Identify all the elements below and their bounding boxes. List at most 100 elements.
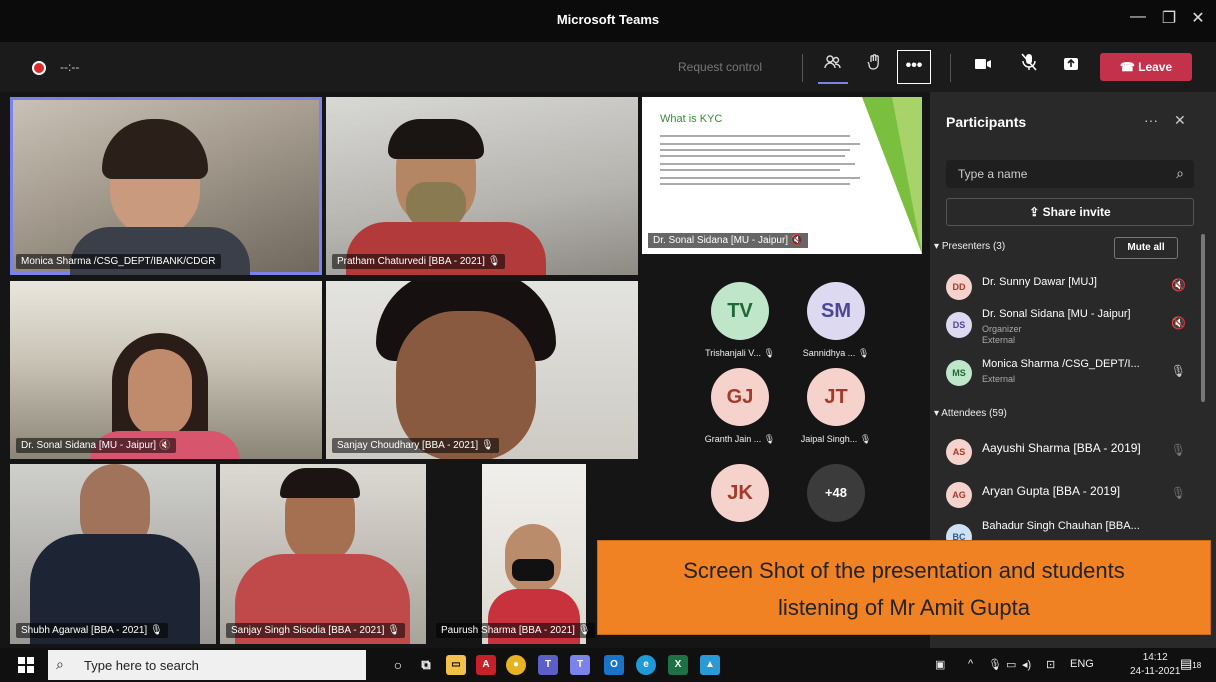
outlook-icon[interactable]: O bbox=[604, 655, 624, 675]
caption-line: Screen Shot of the presentation and stud… bbox=[683, 558, 1125, 583]
video-tile[interactable]: Dr. Sonal Sidana [MU - Jaipur] 🔇 bbox=[10, 281, 322, 459]
recording-icon bbox=[32, 61, 46, 75]
mic-icon: 🎙 bbox=[149, 625, 163, 636]
mic-icon: 🎙 bbox=[763, 348, 775, 358]
close-button[interactable]: ✕ bbox=[1184, 8, 1212, 28]
participant-name: Monica Sharma /CSG_DEPT/IBANK/CDGR bbox=[16, 254, 221, 269]
search-placeholder: Type here to search bbox=[84, 658, 199, 673]
avatar: AG bbox=[946, 482, 972, 508]
presenters-section-header[interactable]: ▾ Presenters (3) bbox=[934, 241, 1005, 252]
overflow-participants[interactable]: +48 bbox=[798, 464, 874, 522]
mic-off-icon[interactable] bbox=[1014, 50, 1044, 84]
language-indicator[interactable]: ENG bbox=[1070, 658, 1094, 670]
tablet-mode-icon[interactable]: ▣ bbox=[935, 658, 945, 671]
video-tile[interactable]: Sanjay Choudhary [BBA - 2021] 🎙 bbox=[326, 281, 638, 459]
photos-icon[interactable]: ▲ bbox=[700, 655, 720, 675]
panel-close-button[interactable]: ✕ bbox=[1174, 112, 1186, 129]
search-placeholder: Type a name bbox=[958, 167, 1028, 181]
minimize-button[interactable]: — bbox=[1124, 8, 1152, 26]
mic-off-icon: 🔇 bbox=[790, 235, 804, 246]
network-icon[interactable]: ⊡ bbox=[1046, 658, 1055, 671]
excel-icon[interactable]: X bbox=[668, 655, 688, 675]
participant-row[interactable]: MS Monica Sharma /CSG_DEPT/I... External… bbox=[946, 354, 1196, 392]
cortana-icon[interactable]: ○ bbox=[388, 655, 408, 675]
mic-icon: 🎙 bbox=[857, 348, 870, 358]
system-clock[interactable]: 14:12 24-11-2021 bbox=[1130, 651, 1180, 679]
attendees-section-header[interactable]: ▾ Attendees (59) bbox=[934, 408, 1007, 419]
mic-icon[interactable]: 🎙 bbox=[988, 658, 1002, 671]
share-invite-button[interactable]: ⇪ Share invite bbox=[946, 198, 1194, 226]
participant-name: Sannidhya ... bbox=[802, 348, 856, 358]
windows-start-icon[interactable] bbox=[18, 657, 34, 676]
video-tile[interactable]: Pratham Chaturvedi [BBA - 2021] 🎙 bbox=[326, 97, 638, 275]
participant-name: Sanjay Choudhary [BBA - 2021] 🎙 bbox=[332, 438, 499, 453]
overflow-count: +48 bbox=[807, 464, 865, 522]
avatar-tile[interactable]: SM Sannidhya ... 🎙 bbox=[798, 282, 874, 359]
participant-search-input[interactable]: Type a name ⌕ bbox=[946, 160, 1194, 188]
toolbar-divider bbox=[802, 54, 803, 82]
video-tile[interactable]: Sanjay Singh Sisodia [BBA - 2021] 🎙 bbox=[220, 464, 426, 644]
participant-role: Organizer bbox=[982, 324, 1022, 334]
participant-name: Monica Sharma /CSG_DEPT/I... bbox=[982, 358, 1140, 370]
mic-icon: 🎙 bbox=[480, 440, 494, 451]
participant-name: Shubh Agarwal [BBA - 2021] 🎙 bbox=[16, 623, 168, 638]
notification-center-icon[interactable]: ▤18 bbox=[1180, 656, 1201, 672]
participant-name: Aayushi Sharma [BBA - 2019] bbox=[982, 441, 1141, 455]
panel-more-button[interactable]: ··· bbox=[1144, 112, 1158, 128]
mic-off-icon: 🔇 bbox=[1171, 316, 1186, 330]
participant-row[interactable]: AS Aayushi Sharma [BBA - 2019] 🎙 bbox=[946, 433, 1196, 471]
participant-row[interactable]: AG Aryan Gupta [BBA - 2019] 🎙 bbox=[946, 476, 1196, 514]
avatar-tile[interactable]: JT Jaipal Singh... 🎙 bbox=[798, 368, 874, 445]
mic-icon: 🎙 bbox=[763, 434, 776, 444]
volume-icon[interactable]: ◂) bbox=[1022, 658, 1031, 671]
people-icon[interactable] bbox=[818, 50, 848, 84]
leave-button[interactable]: ☎ Leave bbox=[1100, 53, 1192, 81]
taskbar-search-input[interactable]: ⌕ Type here to search bbox=[48, 650, 366, 680]
taskbar: ⌕ Type here to search ○ ⧉ ▭ A ● T T O e … bbox=[0, 648, 1216, 682]
participant-name: Trishanjali V... bbox=[705, 348, 761, 358]
chevron-down-icon: ▾ bbox=[934, 241, 942, 252]
meeting-toolbar: --:-- Request control ••• ☎ Leave bbox=[0, 42, 1216, 92]
teams-active-icon[interactable]: T bbox=[570, 655, 590, 675]
file-explorer-icon[interactable]: ▭ bbox=[446, 655, 466, 675]
participant-row[interactable]: DD Dr. Sunny Dawar [MUJ] 🔇 bbox=[946, 268, 1196, 306]
participant-name: Aryan Gupta [BBA - 2019] bbox=[982, 484, 1121, 498]
teams-icon[interactable]: T bbox=[538, 655, 558, 675]
mic-icon: 🎙 bbox=[1170, 443, 1186, 457]
avatar: DS bbox=[946, 312, 972, 338]
chevron-up-icon[interactable]: ^ bbox=[968, 658, 973, 670]
share-tray-icon[interactable] bbox=[1056, 50, 1086, 84]
edge-icon[interactable]: e bbox=[636, 655, 656, 675]
avatar: JK bbox=[711, 464, 769, 522]
video-tile[interactable]: Monica Sharma /CSG_DEPT/IBANK/CDGR bbox=[10, 97, 322, 275]
meeting-timer: --:-- bbox=[60, 60, 80, 74]
request-control-button[interactable]: Request control bbox=[678, 60, 762, 74]
participant-name: Dr. Sunny Dawar [MUJ] bbox=[982, 276, 1097, 288]
video-tile[interactable]: Paurush Sharma [BBA - 2021] 🎙 bbox=[430, 464, 598, 644]
avatar: JT bbox=[807, 368, 865, 426]
participant-row[interactable]: DS Dr. Sonal Sidana [MU - Jaipur] Organi… bbox=[946, 306, 1196, 345]
maximize-button[interactable]: ❐ bbox=[1155, 8, 1183, 28]
task-view-icon[interactable]: ⧉ bbox=[416, 655, 436, 675]
mic-icon: 🎙 bbox=[577, 625, 591, 636]
avatar-tile[interactable]: GJ Granth Jain ... 🎙 bbox=[702, 368, 778, 445]
mic-off-icon: 🔇 bbox=[1171, 278, 1186, 292]
chrome-icon[interactable]: ● bbox=[506, 655, 526, 675]
notification-count: 18 bbox=[1192, 661, 1202, 670]
panel-scrollbar[interactable] bbox=[1201, 234, 1205, 402]
shared-presentation[interactable]: What is KYC Dr. Sonal Sidana [MU - Jaipu… bbox=[642, 97, 922, 254]
participant-name: Paurush Sharma [BBA - 2021] 🎙 bbox=[436, 623, 596, 638]
raise-hand-icon[interactable] bbox=[860, 50, 890, 84]
avatar-tile[interactable]: JK bbox=[702, 464, 778, 522]
battery-icon[interactable]: ▭ bbox=[1006, 658, 1016, 671]
window-title: Microsoft Teams bbox=[556, 12, 660, 27]
mute-all-button[interactable]: Mute all bbox=[1114, 237, 1178, 259]
participant-name: Sanjay Singh Sisodia [BBA - 2021] 🎙 bbox=[226, 623, 405, 638]
acrobat-icon[interactable]: A bbox=[476, 655, 496, 675]
participant-name: Dr. Sonal Sidana [MU - Jaipur] 🔇 bbox=[16, 438, 177, 453]
mic-icon: 🎙 bbox=[1170, 486, 1186, 500]
avatar-tile[interactable]: TV Trishanjali V... 🎙 bbox=[702, 282, 778, 359]
video-tile[interactable]: Shubh Agarwal [BBA - 2021] 🎙 bbox=[10, 464, 216, 644]
more-options-button[interactable]: ••• bbox=[897, 50, 931, 84]
camera-icon[interactable] bbox=[968, 50, 998, 84]
